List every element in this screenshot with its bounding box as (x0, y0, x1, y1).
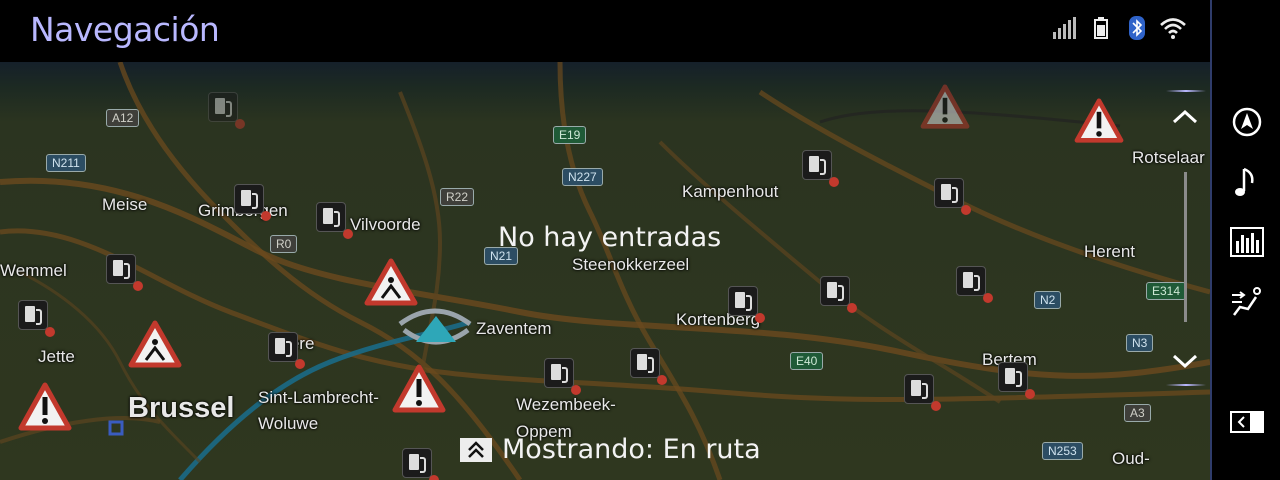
hazard-warning-icon[interactable] (920, 84, 970, 130)
road-shield: R0 (270, 235, 298, 253)
seat-climate-icon (1232, 287, 1261, 316)
fuel-station-icon[interactable] (402, 448, 439, 480)
wifi-icon (1160, 14, 1186, 42)
hazard-warning-icon[interactable] (392, 364, 446, 414)
place-label: Sint-Lambrecht- (258, 388, 379, 407)
place-label: Kampenhout (682, 182, 779, 201)
music-note-icon (1235, 167, 1254, 196)
road-shield: N211 (46, 154, 86, 172)
road-shield: A3 (1124, 404, 1151, 422)
road-shield: E40 (790, 352, 824, 370)
place-label: Jette (38, 347, 75, 366)
fuel-station-icon[interactable] (728, 286, 765, 323)
fuel-station-icon[interactable] (630, 348, 667, 385)
fuel-station-icon[interactable] (268, 332, 305, 369)
empty-list-message: No hay entradas (498, 222, 722, 253)
sidebar-item-split-screen[interactable] (1227, 402, 1267, 442)
sidebar-item-energy-monitor[interactable] (1227, 222, 1267, 262)
split-screen-icon (1230, 411, 1264, 433)
fuel-station-icon[interactable] (802, 150, 839, 187)
fuel-station-icon[interactable] (208, 92, 245, 129)
place-label: Meise (102, 195, 148, 214)
map-view[interactable]: Meise Grimbergen Vilvoorde Kampenhout St… (0, 62, 1210, 480)
page-title: Navegación (30, 10, 220, 49)
right-sidebar (1210, 0, 1280, 480)
road-shield: A12 (106, 109, 140, 127)
scroll-down-button[interactable] (1162, 346, 1208, 386)
sidebar-item-climate[interactable] (1227, 282, 1267, 322)
hazard-warning-icon[interactable] (1074, 98, 1124, 144)
road-shield: N2 (1034, 291, 1062, 309)
battery-icon (1088, 14, 1114, 42)
fuel-station-icon[interactable] (820, 276, 857, 313)
fuel-station-icon[interactable] (998, 362, 1035, 399)
fuel-station-icon[interactable] (544, 358, 581, 395)
list-scrollbar[interactable] (1162, 90, 1208, 392)
compass-icon (1232, 107, 1262, 137)
place-label: Herent (1084, 242, 1136, 261)
showing-filter-button[interactable]: Mostrando: En ruta (460, 434, 761, 465)
place-label: Oud- (1112, 449, 1150, 468)
road-shield: N227 (562, 168, 603, 186)
place-label: Brussel (128, 392, 235, 424)
chevron-up-icon (1172, 109, 1198, 124)
roadwork-warning-icon[interactable] (128, 320, 182, 368)
fuel-station-icon[interactable] (18, 300, 55, 337)
place-label: Wemmel (0, 261, 67, 280)
sidebar-item-navigation[interactable] (1227, 102, 1267, 142)
fuel-station-icon[interactable] (316, 202, 353, 239)
equalizer-icon (1230, 227, 1264, 257)
place-label: Woluwe (258, 414, 319, 433)
road-shield: N253 (1042, 442, 1083, 460)
fuel-station-icon[interactable] (934, 178, 971, 215)
scroll-thumb[interactable] (1184, 172, 1187, 322)
road-shield: N3 (1126, 334, 1154, 352)
scroll-bottom-glow (1166, 384, 1206, 386)
status-icons (1052, 14, 1186, 42)
fuel-station-icon[interactable] (234, 184, 271, 221)
roadwork-warning-icon[interactable] (364, 258, 418, 306)
place-label: Vilvoorde (350, 215, 421, 234)
signal-icon (1052, 14, 1078, 42)
road-shield: E19 (553, 126, 587, 144)
bluetooth-icon (1124, 14, 1150, 42)
road-shield: R22 (440, 188, 475, 206)
fuel-station-icon[interactable] (106, 254, 143, 291)
chevron-down-icon (1172, 354, 1198, 369)
sidebar-item-audio[interactable] (1227, 162, 1267, 202)
scroll-up-button[interactable] (1162, 92, 1208, 132)
place-label: Zaventem (476, 319, 552, 338)
chevron-up-double-icon (460, 437, 492, 462)
fuel-station-icon[interactable] (904, 374, 941, 411)
showing-filter-label: Mostrando: En ruta (502, 434, 761, 465)
fuel-station-icon[interactable] (956, 266, 993, 303)
header-bar: Navegación (0, 0, 1210, 62)
place-label: Wezembeek- (516, 395, 616, 414)
place-label: Steenokkerzeel (572, 255, 690, 274)
hazard-warning-icon[interactable] (18, 382, 72, 432)
